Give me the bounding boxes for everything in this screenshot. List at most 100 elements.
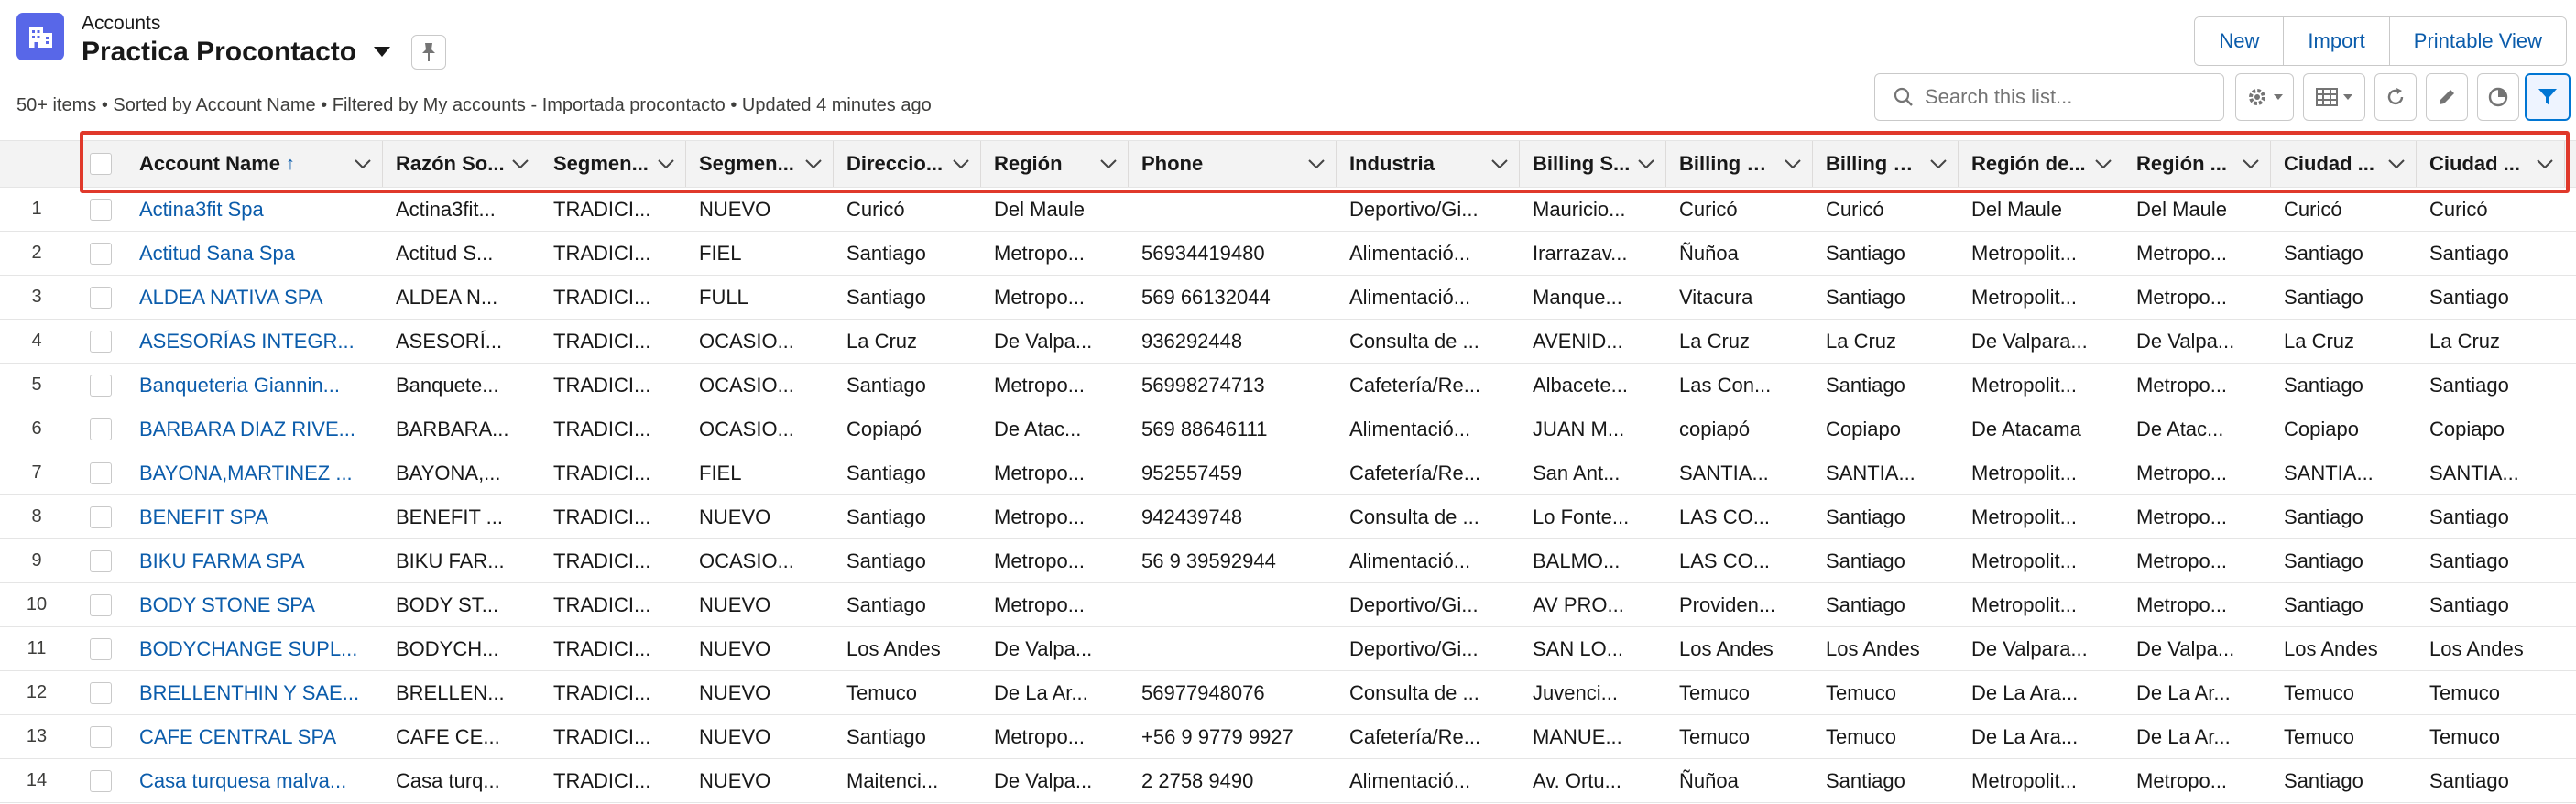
table-row[interactable]: 3 ALDEA NATIVA SPA ALDEA N... TRADICI... FUL…: [0, 276, 2576, 320]
row-checkbox[interactable]: [90, 462, 112, 484]
account-name-link[interactable]: BODYCHANGE SUPL...: [126, 627, 383, 670]
row-checkbox[interactable]: [90, 594, 112, 616]
table-row[interactable]: 9 BIKU FARMA SPA BIKU FAR... TRADICI... OCAS…: [0, 539, 2576, 583]
row-checkbox[interactable]: [90, 506, 112, 528]
cell-segmen: TRADICI...: [553, 417, 651, 440]
row-checkbox[interactable]: [90, 331, 112, 353]
table-row[interactable]: 4 ASESORÍAS INTEGR... ASESORÍ... TRADICI...…: [0, 320, 2576, 364]
cell-billing-c: Temuco: [1679, 724, 1751, 748]
column-header-10[interactable]: Billing C...: [1666, 141, 1813, 187]
cell-region: Metropo...: [994, 373, 1086, 397]
search-list-input[interactable]: [1925, 85, 2199, 109]
column-actions-chevron-icon[interactable]: [347, 148, 378, 179]
row-checkbox[interactable]: [90, 638, 112, 660]
table-row[interactable]: 10 BODY STONE SPA BODY ST... TRADICI... NUEV…: [0, 583, 2576, 627]
account-name-link[interactable]: BODY STONE SPA: [126, 583, 383, 626]
column-actions-chevron-icon[interactable]: [505, 148, 536, 179]
cell-phone: [1129, 627, 1337, 670]
table-row[interactable]: 8 BENEFIT SPA BENEFIT ... TRADICI... NUEVO Sa…: [0, 495, 2576, 539]
table-row[interactable]: 11 BODYCHANGE SUPL... BODYCH... TRADICI... N…: [0, 627, 2576, 671]
row-checkbox[interactable]: [90, 418, 112, 440]
printable-view-button[interactable]: Printable View: [2388, 17, 2566, 65]
cell-ciudad: Temuco: [2284, 724, 2355, 748]
column-header-4[interactable]: Segmen...: [686, 141, 834, 187]
table-row[interactable]: 1 Actina3fit Spa Actina3fit... TRADICI... NU…: [0, 188, 2576, 232]
table-row[interactable]: 6 BARBARA DIAZ RIVE... BARBARA... TRADICI..…: [0, 407, 2576, 451]
column-actions-chevron-icon[interactable]: [945, 148, 977, 179]
row-checkbox[interactable]: [90, 726, 112, 748]
column-header-7[interactable]: Phone: [1129, 141, 1337, 187]
account-name-link[interactable]: BAYONA,MARTINEZ ...: [126, 451, 383, 494]
refresh-button[interactable]: [2374, 73, 2417, 121]
column-header-12[interactable]: Región de...: [1959, 141, 2123, 187]
display-as-button[interactable]: [2303, 73, 2365, 121]
inline-edit-button[interactable]: [2426, 73, 2468, 121]
account-name-link[interactable]: Actitud Sana Spa: [126, 232, 383, 275]
column-actions-chevron-icon[interactable]: [2088, 148, 2119, 179]
column-header-15[interactable]: Ciudad ...: [2417, 141, 2565, 187]
list-view-dropdown[interactable]: [369, 39, 395, 65]
cell-region: Metropo...: [994, 505, 1086, 528]
account-name-link[interactable]: Actina3fit Spa: [126, 188, 383, 231]
account-name-link[interactable]: CAFE CENTRAL SPA: [126, 715, 383, 758]
column-header-9[interactable]: Billing S...: [1520, 141, 1666, 187]
column-header-6[interactable]: Región: [981, 141, 1129, 187]
row-checkbox[interactable]: [90, 243, 112, 265]
column-actions-chevron-icon[interactable]: [1777, 148, 1808, 179]
column-actions-chevron-icon[interactable]: [2529, 148, 2560, 179]
column-actions-chevron-icon[interactable]: [1301, 148, 1332, 179]
account-name-link[interactable]: BARBARA DIAZ RIVE...: [126, 407, 383, 451]
row-checkbox[interactable]: [90, 550, 112, 572]
column-actions-chevron-icon[interactable]: [2235, 148, 2266, 179]
new-button[interactable]: New: [2195, 17, 2284, 65]
account-name-link[interactable]: ALDEA NATIVA SPA: [126, 276, 383, 319]
cell-region: Metropo...: [994, 285, 1086, 309]
sort-ascending-icon[interactable]: ↑: [286, 154, 295, 175]
list-view-title[interactable]: Practica Procontacto: [82, 37, 356, 68]
row-checkbox[interactable]: [90, 287, 112, 309]
column-actions-chevron-icon[interactable]: [1631, 148, 1662, 179]
table-icon: [2316, 88, 2338, 106]
column-header-13[interactable]: Región ...: [2123, 141, 2271, 187]
account-name-link[interactable]: Banqueteria Giannin...: [126, 364, 383, 407]
table-row[interactable]: 14 Casa turquesa malva... Casa turq... TRAD…: [0, 759, 2576, 803]
cell-segmen: FULL: [699, 285, 748, 309]
column-header-14[interactable]: Ciudad ...: [2271, 141, 2417, 187]
table-row[interactable]: 12 BRELLENTHIN Y SAE... BRELLEN... TRADICI.…: [0, 671, 2576, 715]
column-actions-chevron-icon[interactable]: [650, 148, 682, 179]
column-header-8[interactable]: Industria: [1337, 141, 1520, 187]
row-checkbox[interactable]: [90, 682, 112, 704]
table-row[interactable]: 2 Actitud Sana Spa Actitud S... TRADICI... F…: [0, 232, 2576, 276]
cell-region: Del Maule: [994, 197, 1086, 221]
column-actions-chevron-icon[interactable]: [2381, 148, 2412, 179]
column-actions-chevron-icon[interactable]: [1484, 148, 1515, 179]
column-actions-chevron-icon[interactable]: [1093, 148, 1124, 179]
import-button[interactable]: Import: [2283, 17, 2389, 65]
account-name-link[interactable]: Casa turquesa malva...: [126, 759, 383, 802]
pin-list-view-button[interactable]: [411, 35, 447, 70]
select-all-checkbox[interactable]: [90, 153, 112, 175]
account-name-link[interactable]: BENEFIT SPA: [126, 495, 383, 538]
row-checkbox[interactable]: [90, 770, 112, 792]
row-checkbox[interactable]: [90, 375, 112, 397]
column-actions-chevron-icon[interactable]: [798, 148, 829, 179]
cell-billing-s: Santiago: [1826, 768, 1905, 792]
column-header-1[interactable]: Account Name ↑: [126, 141, 383, 187]
table-row[interactable]: 13 CAFE CENTRAL SPA CAFE CE... TRADICI... NU…: [0, 715, 2576, 759]
column-actions-chevron-icon[interactable]: [1923, 148, 1954, 179]
table-row[interactable]: 5 Banqueteria Giannin... Banquete... TRADIC…: [0, 364, 2576, 407]
column-header-5[interactable]: Direccio...: [834, 141, 981, 187]
cell-billing-s: SANTIA...: [1826, 461, 1916, 484]
list-settings-button[interactable]: [2235, 73, 2294, 121]
cell-direccio: Copiapó: [846, 417, 922, 440]
row-checkbox[interactable]: [90, 199, 112, 221]
table-row[interactable]: 7 BAYONA,MARTINEZ ... BAYONA,... TRADICI...…: [0, 451, 2576, 495]
charts-button[interactable]: [2477, 73, 2519, 121]
column-header-11[interactable]: Billing S...: [1813, 141, 1959, 187]
filters-button[interactable]: [2525, 73, 2571, 121]
account-name-link[interactable]: ASESORÍAS INTEGR...: [126, 320, 383, 363]
account-name-link[interactable]: BIKU FARMA SPA: [126, 539, 383, 582]
column-header-3[interactable]: Segmen...: [540, 141, 686, 187]
column-header-2[interactable]: Razón So...: [383, 141, 540, 187]
account-name-link[interactable]: BRELLENTHIN Y SAE...: [126, 671, 383, 714]
